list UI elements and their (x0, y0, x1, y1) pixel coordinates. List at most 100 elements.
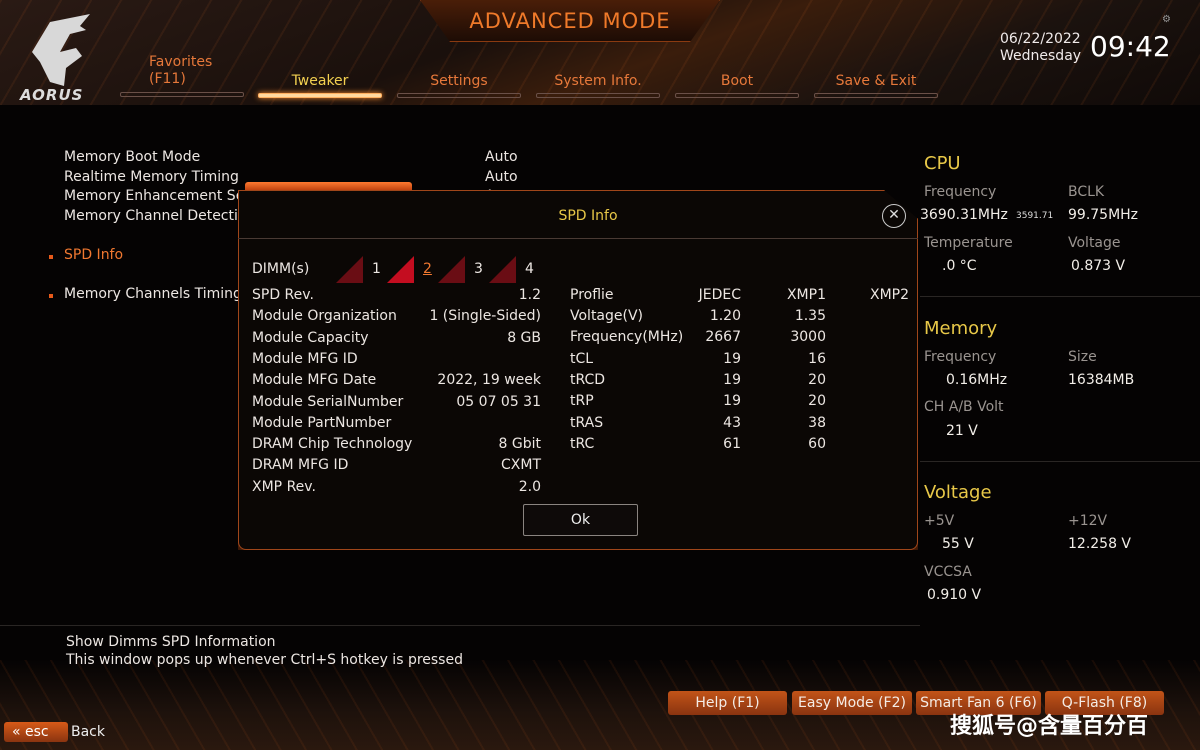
menu-item[interactable]: SPD Info (64, 247, 123, 263)
cpu-temperature-label: Temperature (924, 235, 1013, 251)
menu-item-value[interactable]: Auto (485, 149, 518, 165)
spd-field-label: Module Capacity (252, 329, 369, 346)
dialog-title: SPD Info (558, 208, 618, 224)
mode-title: ADVANCED MODE (420, 0, 720, 42)
spd-field-value: 2022, 19 week (437, 372, 541, 389)
tab-underline (258, 93, 382, 98)
timing-label: tRP (570, 393, 594, 410)
dialog-divider (238, 238, 918, 239)
spd-field-value: 1.2 (518, 287, 541, 303)
esc-label: esc (25, 724, 49, 740)
help-description: This window pops up whenever Ctrl+S hotk… (66, 652, 463, 668)
tab-label: System Info. (554, 73, 642, 89)
dimm-2-tab[interactable]: 2 (423, 261, 432, 277)
timing-xmp1: 3000 (790, 329, 826, 346)
timing-xmp1: 1.35 (794, 308, 826, 324)
tab-label: Favorites (F11) (149, 54, 213, 87)
timing-xmp1: 38 (808, 414, 826, 431)
spd-field-value: 2.0 (518, 478, 541, 495)
memory-size-value: 16384MB (1068, 372, 1135, 388)
memory-size-label: Size (1068, 349, 1097, 365)
function-button-0[interactable]: Help (F1) (668, 691, 787, 715)
function-button-1[interactable]: Easy Mode (F2) (792, 691, 912, 715)
dimm-slot-4-icon[interactable] (489, 256, 516, 283)
timing-header: XMP1 (786, 287, 826, 303)
timing-xmp1: 20 (808, 371, 826, 388)
cpu-frequency-secondary: 3591.71 (1016, 211, 1054, 221)
spd-field-label: DRAM MFG ID (252, 457, 349, 474)
tab-settings[interactable]: Settings (397, 56, 521, 98)
divider (920, 461, 1200, 462)
date-display: 06/22/2022 Wednesday (1000, 31, 1081, 65)
esc-button[interactable]: « esc (4, 722, 68, 742)
tab-underline (814, 93, 938, 98)
timing-label: tRCD (570, 371, 606, 388)
ok-button[interactable]: Ok (523, 504, 638, 536)
menu-item[interactable]: Memory Boot Mode (64, 149, 200, 165)
tab-underline (675, 93, 799, 98)
tab-system[interactable]: System Info. (536, 56, 660, 98)
menu-item[interactable]: Memory Channels Timings (64, 286, 249, 302)
spd-field-label: SPD Rev. (252, 287, 314, 303)
menu-item-value[interactable]: Auto (485, 169, 518, 185)
timing-label: tRC (570, 435, 595, 452)
menu-item[interactable]: Realtime Memory Timing (64, 169, 239, 185)
tab-save[interactable]: Save & Exit (814, 56, 938, 98)
dimm-slot-1-icon[interactable] (336, 256, 363, 283)
cpu-frequency-label: Frequency (924, 184, 997, 200)
dimm-label: DIMM(s) (252, 261, 310, 277)
spd-field-label: Module MFG Date (252, 372, 377, 389)
back-label[interactable]: Back (71, 724, 105, 740)
help-divider (0, 625, 920, 626)
bclk-value: 99.75MHz (1068, 207, 1139, 223)
tab-tweaker[interactable]: Tweaker (258, 56, 382, 98)
spd-field-label: Module Organization (252, 308, 397, 325)
timing-xmp1: 60 (808, 435, 826, 452)
timing-label: Voltage(V) (570, 308, 644, 324)
tab-favorites[interactable]: Favorites (F11) (120, 54, 244, 97)
settings-gear-icon[interactable]: ⚙ (1162, 14, 1171, 25)
dimm-slot-2-icon[interactable] (387, 256, 414, 283)
tab-label: Save & Exit (835, 73, 917, 89)
bullet-icon (49, 255, 53, 259)
timing-label: tRAS (570, 414, 604, 431)
logo-text: AORUS (20, 86, 84, 104)
12v-label: +12V (1068, 513, 1108, 529)
date: 06/22/2022 (1000, 31, 1081, 47)
timing-header: XMP2 (870, 287, 910, 303)
tab-label: Tweaker (291, 73, 349, 89)
tab-underline (120, 92, 244, 97)
dimm-slot-3-icon[interactable] (438, 256, 465, 283)
tab-boot[interactable]: Boot (675, 56, 799, 98)
spd-info-dialog (238, 190, 918, 550)
timing-header: Proflie (570, 287, 614, 303)
dimm-3-tab[interactable]: 3 (474, 261, 483, 277)
cpu-voltage-value: 0.873 V (1071, 258, 1126, 274)
tab-underline (397, 93, 521, 98)
tab-label: Boot (720, 73, 754, 89)
cpu-heading: CPU (924, 153, 961, 174)
spd-field-value: 05 07 05 31 (456, 393, 541, 410)
memory-voltage-label: CH A/B Volt (924, 399, 1004, 415)
spd-field-value: 1 (Single-Sided) (429, 308, 541, 325)
timing-label: tCL (570, 350, 594, 367)
dimm-1-tab[interactable]: 1 (372, 261, 381, 277)
spd-field-label: Module MFG ID (252, 350, 358, 367)
memory-frequency-label: Frequency (924, 349, 997, 365)
tab-underline (536, 93, 660, 98)
vccsa-label: VCCSA (924, 564, 972, 580)
dimm-4-tab[interactable]: 4 (525, 261, 534, 277)
spd-field-label: XMP Rev. (252, 478, 316, 495)
12v-value: 12.258 V (1068, 536, 1132, 552)
help-title: Show Dimms SPD Information (66, 634, 276, 650)
divider (920, 296, 1200, 297)
memory-voltage-value: 21 V (946, 423, 978, 439)
close-icon[interactable]: ✕ (882, 204, 906, 228)
tab-label: Settings (430, 73, 488, 89)
cpu-voltage-label: Voltage (1068, 235, 1121, 251)
memory-frequency-value: 0.16MHz (946, 372, 1008, 388)
bullet-icon (49, 294, 53, 298)
voltage-heading: Voltage (924, 482, 992, 503)
bclk-label: BCLK (1068, 184, 1105, 200)
vccsa-value: 0.910 V (927, 587, 982, 603)
